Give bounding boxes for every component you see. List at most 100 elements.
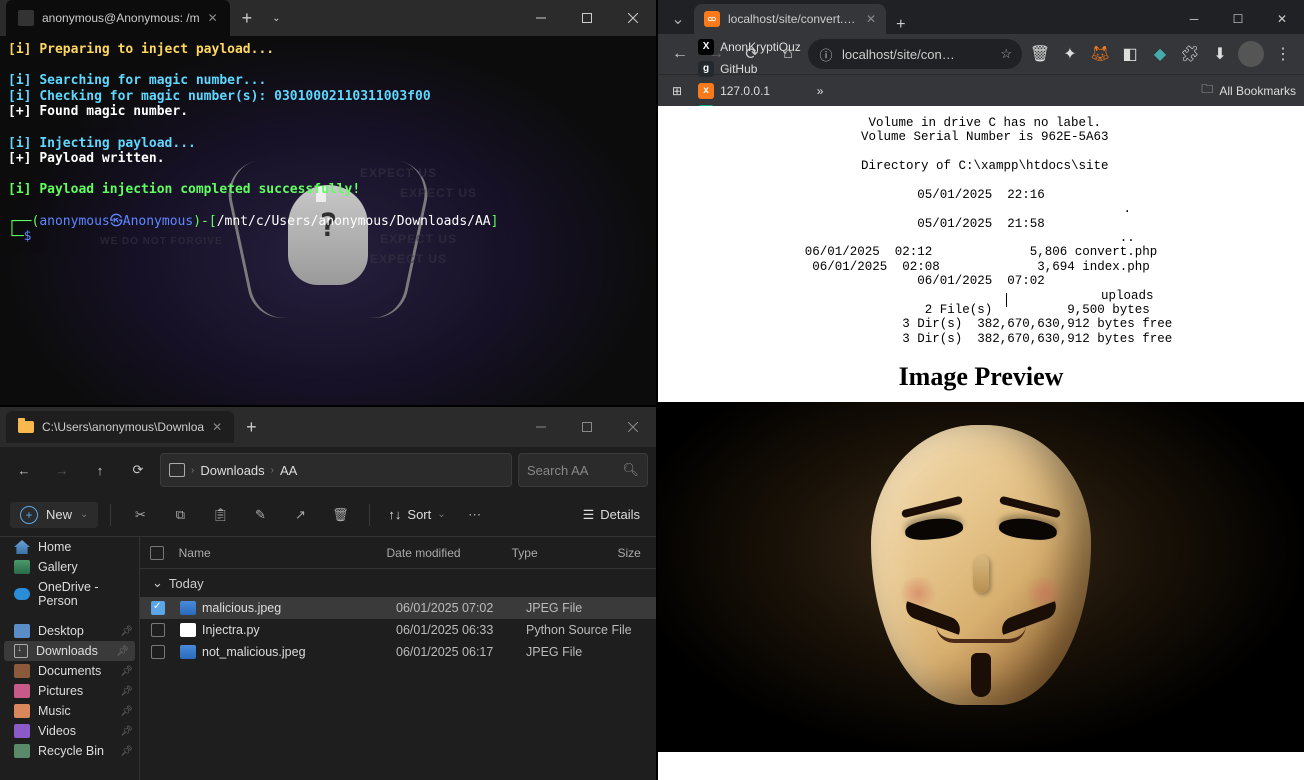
- maximize-button[interactable]: [564, 411, 610, 443]
- terminal-output: [i] Preparing to inject payload... [i] S…: [8, 42, 648, 245]
- back-button[interactable]: ←: [8, 454, 40, 486]
- downloads-icon: [14, 644, 28, 658]
- bookmark-label: 127.0.0.1: [720, 84, 770, 98]
- close-button[interactable]: ✕: [1260, 4, 1304, 34]
- tab-dropdown-icon[interactable]: ⌄: [264, 13, 288, 24]
- minimize-button[interactable]: ─: [1172, 4, 1216, 34]
- details-button[interactable]: ☰ Details: [577, 507, 646, 523]
- sidebar-item-home[interactable]: Home: [0, 537, 139, 557]
- close-icon[interactable]: ✕: [866, 12, 876, 26]
- sidebar-item-pictures[interactable]: Pictures📌︎: [0, 681, 139, 701]
- delete-data-icon[interactable]: 🗑︎: [1026, 40, 1054, 68]
- minimize-button[interactable]: [518, 411, 564, 443]
- url-input[interactable]: ⓘ localhost/site/con… ☆: [808, 39, 1022, 69]
- listing-line: 3 Dir(s) 382,670,630,912 bytes free: [658, 332, 1304, 346]
- more-button[interactable]: ⋯: [458, 499, 492, 531]
- listing-line: Directory of C:\xampp\htdocs\site: [658, 159, 1304, 173]
- mask-graphic: [871, 425, 1091, 715]
- file-date: 06/01/2025 07:02: [396, 601, 526, 615]
- terminal-tab[interactable]: anonymous@Anonymous: /m ✕: [6, 0, 230, 36]
- bookmark-item[interactable]: XAnonKryptiQuz: [692, 36, 807, 58]
- maximize-button[interactable]: ☐: [1216, 4, 1260, 34]
- file-row[interactable]: Injectra.py 06/01/2025 06:33 Python Sour…: [140, 619, 656, 641]
- search-input[interactable]: Search AA 🔍︎: [518, 453, 648, 487]
- delete-button[interactable]: 🗑︎: [323, 499, 357, 531]
- sidebar-item-music[interactable]: Music📌︎: [0, 701, 139, 721]
- explorer-titlebar: C:\Users\anonymous\Downloa ✕ +: [0, 407, 656, 447]
- explorer-tab-title: C:\Users\anonymous\Downloa: [42, 420, 204, 434]
- share-button[interactable]: ↗: [283, 499, 317, 531]
- sidebar-item-onedrive[interactable]: OneDrive - Person: [0, 577, 139, 611]
- file-row[interactable]: not_malicious.jpeg 06/01/2025 06:17 JPEG…: [140, 641, 656, 663]
- breadcrumb[interactable]: › Downloads › AA: [160, 453, 512, 487]
- new-tab-button[interactable]: +: [886, 16, 915, 34]
- all-bookmarks-button[interactable]: 🗀All Bookmarks: [1201, 80, 1296, 101]
- menu-button[interactable]: ⋮: [1268, 39, 1298, 69]
- breadcrumb-item[interactable]: AA: [280, 463, 297, 478]
- explorer-nav: ← → ↑ ⟳ › Downloads › AA Search AA 🔍︎: [0, 447, 656, 493]
- sidebar-item-desktop[interactable]: Desktop📌︎: [0, 621, 139, 641]
- file-checkbox[interactable]: [151, 623, 165, 637]
- bookmarks-overflow[interactable]: »: [811, 81, 830, 101]
- terminal-body[interactable]: ? EXPECT US EXPECT US EXPECT US EXPECT U…: [0, 36, 656, 405]
- explorer-tab[interactable]: C:\Users\anonymous\Downloa ✕: [6, 411, 234, 443]
- copy-button[interactable]: ⧉: [163, 499, 197, 531]
- sort-icon: ↑↓: [388, 507, 401, 522]
- profile-avatar[interactable]: [1238, 41, 1264, 67]
- rename-button[interactable]: ✎: [243, 499, 277, 531]
- bookmark-item[interactable]: x127.0.0.1: [692, 80, 807, 102]
- cut-button[interactable]: ✂︎: [123, 499, 157, 531]
- file-checkbox[interactable]: [151, 601, 165, 615]
- group-header[interactable]: ⌄Today: [140, 569, 656, 597]
- forward-button[interactable]: →: [46, 454, 78, 486]
- terminal-app-icon: [18, 10, 34, 26]
- extensions-button[interactable]: 🧩︎: [1176, 40, 1204, 68]
- tab-search-button[interactable]: ⌄: [662, 4, 694, 34]
- extension-icon[interactable]: 🦊︎: [1086, 40, 1114, 68]
- recycle-icon: [14, 744, 30, 758]
- sidebar-item-recycle[interactable]: Recycle Bin📌︎: [0, 741, 139, 761]
- file-type: JPEG File: [526, 645, 636, 659]
- extension-icon[interactable]: ✦: [1056, 40, 1084, 68]
- column-size[interactable]: Size: [617, 546, 656, 560]
- new-button[interactable]: + New ⌄: [10, 502, 98, 528]
- close-icon[interactable]: ✕: [212, 420, 222, 434]
- paste-button[interactable]: 📋︎: [203, 499, 237, 531]
- close-button[interactable]: [610, 411, 656, 443]
- minimize-button[interactable]: [518, 0, 564, 36]
- preview-heading: Image Preview: [658, 362, 1304, 392]
- refresh-button[interactable]: ⟳: [122, 454, 154, 486]
- directory-listing: Volume in drive C has no label. Volume S…: [658, 106, 1304, 346]
- up-button[interactable]: ↑: [84, 454, 116, 486]
- sidebar-item-videos[interactable]: Videos📌︎: [0, 721, 139, 741]
- site-info-icon[interactable]: ⓘ: [818, 46, 834, 62]
- page-content[interactable]: Volume in drive C has no label. Volume S…: [658, 106, 1304, 780]
- sidebar-item-downloads[interactable]: Downloads📌︎: [4, 641, 135, 661]
- downloads-button[interactable]: ⬇: [1206, 40, 1234, 68]
- extension-icon[interactable]: ◧: [1116, 40, 1144, 68]
- column-date[interactable]: Date modified: [387, 546, 512, 560]
- file-name: not_malicious.jpeg: [202, 645, 306, 659]
- gallery-icon: [14, 560, 30, 574]
- close-icon[interactable]: ✕: [208, 11, 218, 25]
- maximize-button[interactable]: [564, 0, 610, 36]
- listing-line: 06/01/2025 02:12 5,806 convert.php: [658, 245, 1304, 259]
- select-all-checkbox[interactable]: [150, 546, 164, 560]
- browser-tab[interactable]: ထlocalhost/site/convert.php?file✕: [694, 4, 886, 34]
- sidebar-item-documents[interactable]: Documents📌︎: [0, 661, 139, 681]
- sort-button[interactable]: ↑↓ Sort ⌄: [382, 507, 451, 522]
- column-type[interactable]: Type: [512, 546, 618, 560]
- column-name[interactable]: Name: [175, 546, 387, 560]
- file-checkbox[interactable]: [151, 645, 165, 659]
- extension-icon[interactable]: ◆: [1146, 40, 1174, 68]
- bookmark-item[interactable]: gGitHub: [692, 58, 807, 80]
- new-tab-button[interactable]: +: [234, 417, 269, 438]
- sidebar-item-gallery[interactable]: Gallery: [0, 557, 139, 577]
- breadcrumb-item[interactable]: Downloads: [200, 463, 264, 478]
- new-tab-button[interactable]: +: [230, 8, 265, 29]
- file-row[interactable]: malicious.jpeg 06/01/2025 07:02 JPEG Fil…: [140, 597, 656, 619]
- listing-line: 06/01/2025 07:02: [658, 274, 1304, 288]
- bookmark-star-icon[interactable]: ☆: [1000, 46, 1012, 62]
- close-button[interactable]: [610, 0, 656, 36]
- apps-button[interactable]: ⊞: [666, 81, 688, 101]
